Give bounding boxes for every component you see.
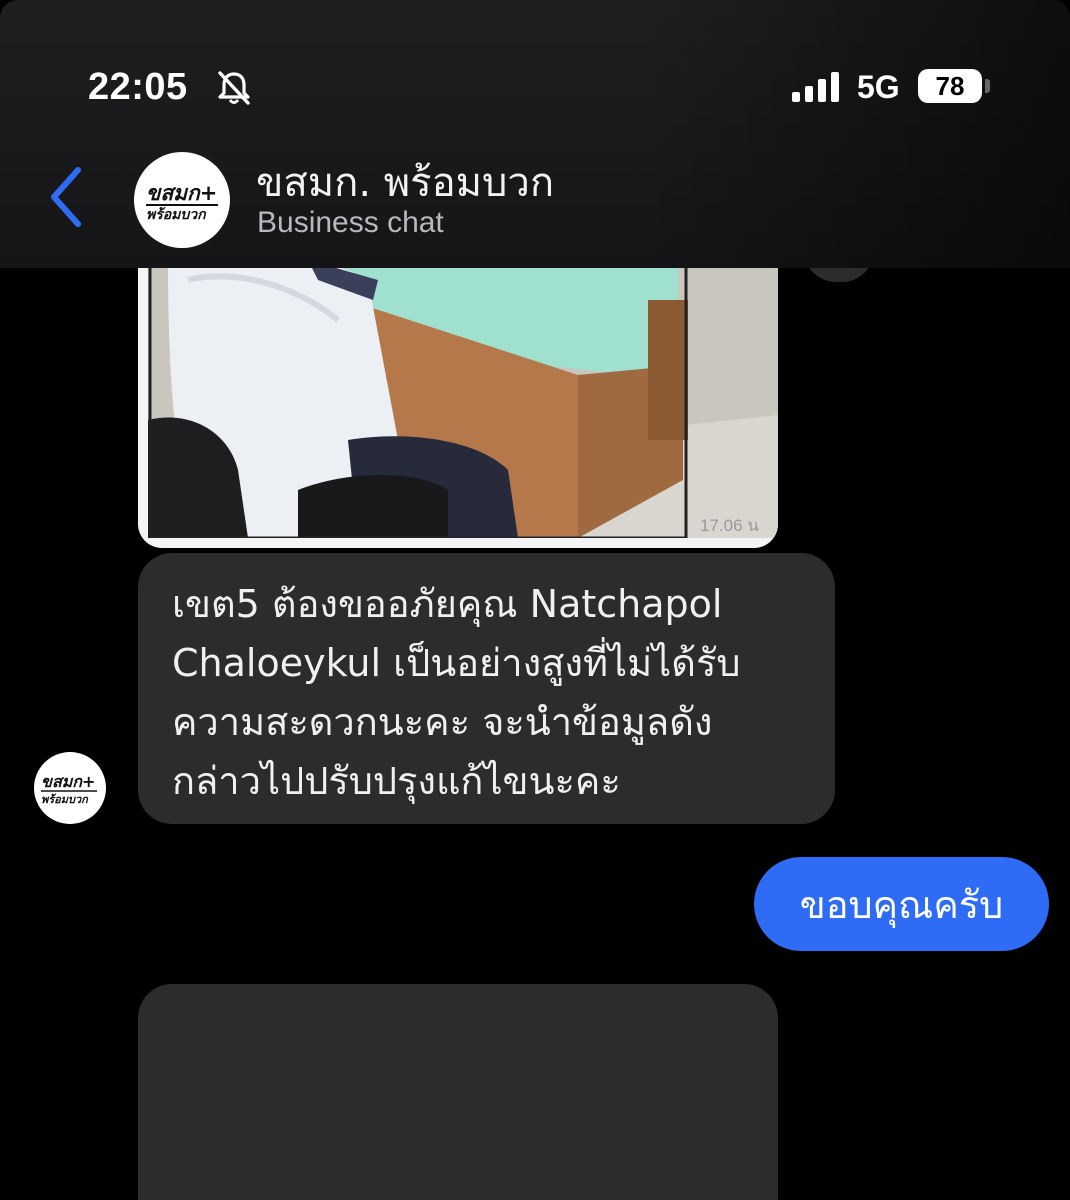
message-line: กล่าวไปปรับปรุงแก้ไขนะคะ [172,759,621,803]
chat-screen: 22:05 5G 78 ขสมก+ พร้อมบวก ขสมก. พร้อมบว… [0,0,1070,1200]
logo-line1: ขสมก+ [146,181,217,205]
signal-bars-icon [792,72,839,102]
office-photo [148,240,778,538]
battery-tip [985,79,990,93]
logo-line2: พร้อมบวก [146,207,207,223]
bell-slash-icon [218,71,250,105]
logo-line2: พร้อมบวก [41,793,89,806]
incoming-message-placeholder[interactable] [138,984,778,1200]
bmta-logo: ขสมก+ พร้อมบวก [41,772,97,806]
chat-subtitle: Business chat [257,206,444,239]
message-time: 17.06 น [700,516,759,535]
battery-icon: 78 [918,69,982,103]
chat-title[interactable]: ขสมก. พร้อมบวก [256,150,554,214]
sender-avatar[interactable]: ขสมก+ พร้อมบวก [34,752,106,824]
message-line: เขต5 ต้องขออภัยคุณ Natchapol [172,582,723,626]
image-message[interactable] [138,240,778,548]
avatar[interactable]: ขสมก+ พร้อมบวก [134,152,230,248]
chevron-left-icon[interactable] [44,164,88,230]
status-time: 22:05 [88,66,188,108]
network-type: 5G [857,69,900,105]
bmta-logo: ขสมก+ พร้อมบวก [146,181,218,223]
message-line: Chaloeykul เป็นอย่างสูงที่ไม่ได้รับ [172,641,741,685]
incoming-message-bubble[interactable]: เขต5 ต้องขออภัยคุณ Natchapol Chaloeykul … [138,553,835,824]
logo-line1: ขสมก+ [41,772,95,791]
message-text: เขต5 ต้องขออภัยคุณ Natchapol Chaloeykul … [172,575,805,811]
outgoing-message-bubble[interactable]: ขอบคุณครับ [754,857,1049,951]
message-line: ความสะดวกนะคะ จะนำข้อมูลดัง [172,700,713,744]
